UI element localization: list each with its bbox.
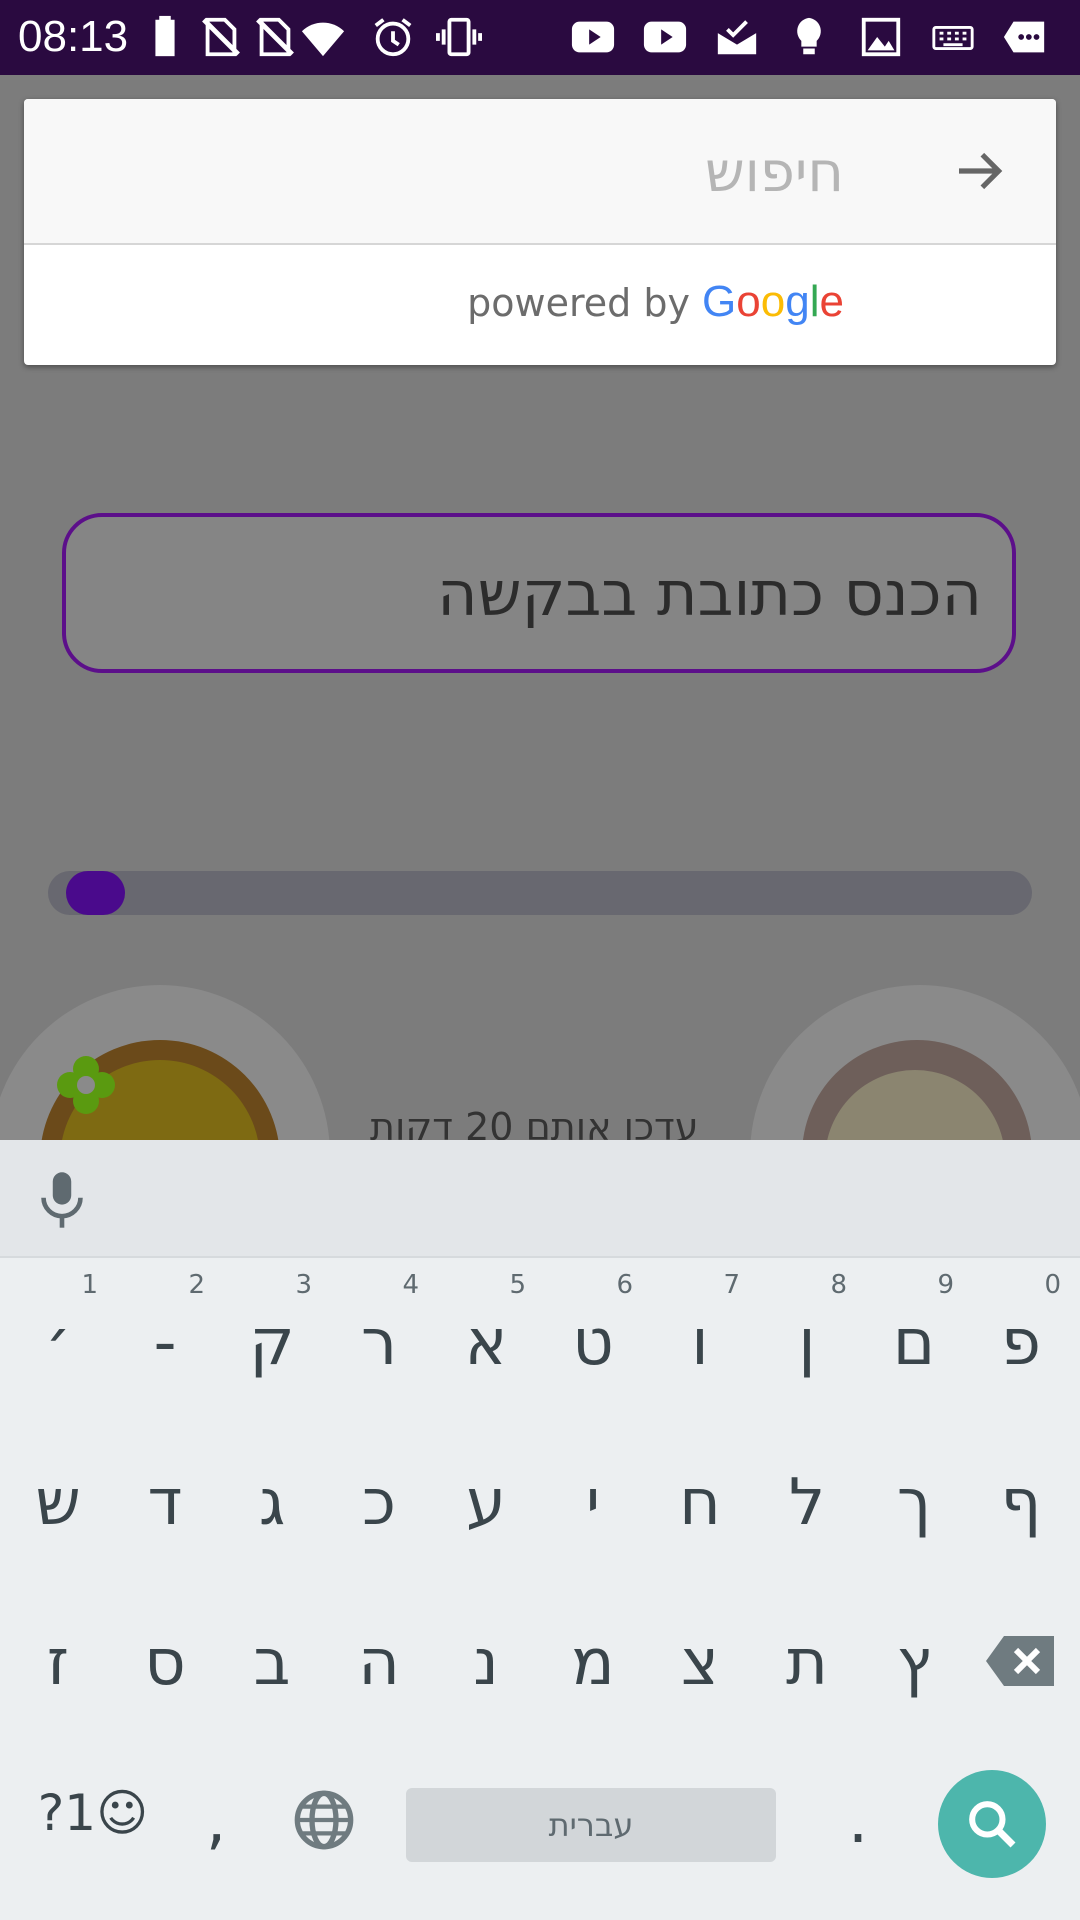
keyboard-key[interactable]: ע	[432, 1430, 540, 1580]
battery-icon	[155, 15, 175, 57]
address-input[interactable]: הכנס כתובת בבקשה	[62, 513, 1016, 673]
keyboard-key[interactable]: ש	[4, 1430, 112, 1580]
search-input[interactable]	[142, 135, 846, 209]
status-time: 08:13	[18, 12, 129, 61]
youtube-icon	[571, 21, 615, 53]
keyboard-key[interactable]: כ	[325, 1430, 433, 1580]
space-bar[interactable]: עברית	[406, 1788, 776, 1862]
keyboard-key[interactable]: ן8	[753, 1270, 861, 1420]
alarm-icon	[374, 18, 412, 57]
keyboard-key[interactable]: ס	[111, 1590, 219, 1740]
keyboard-key[interactable]: ה	[325, 1590, 433, 1740]
microphone-icon[interactable]	[34, 1170, 90, 1230]
address-prompt: הכנס כתובת בבקשה	[437, 557, 982, 630]
progress-bar	[48, 871, 1032, 915]
status-bar: 08:13	[0, 0, 1080, 75]
keyboard-key[interactable]: ז	[4, 1590, 112, 1740]
no-sim-icon	[256, 17, 294, 57]
keyboard-key[interactable]: א5	[432, 1270, 540, 1420]
search-icon	[969, 1801, 1016, 1848]
keyboard-key[interactable]: פ0	[967, 1270, 1075, 1420]
no-sim-icon	[202, 17, 240, 57]
keyboard-key[interactable]: מ	[539, 1590, 647, 1740]
powered-by-text: powered by	[467, 281, 690, 325]
powered-by-google: powered by Google	[467, 277, 844, 327]
keyboard-key[interactable]: ם9	[860, 1270, 968, 1420]
keyboard-key[interactable]: ב	[218, 1590, 326, 1740]
keyboard-suggestion-bar	[0, 1140, 1080, 1258]
keyboard-key[interactable]: ק3	[218, 1270, 326, 1420]
comma-key[interactable]: ,	[162, 1748, 270, 1898]
keyboard: ׳ 1-2 ק 3 ר 4 א 5 ט 6 ו 7 ן 8 ם 9 פ 0 שדגכעיחלךף זסבהנמצת…	[0, 1140, 1080, 1920]
places-search-dropdown: powered by Google	[24, 99, 1056, 365]
keyboard-key[interactable]: ט6	[539, 1270, 647, 1420]
keyboard-key[interactable]: ו7	[646, 1270, 754, 1420]
mail-check-icon	[717, 20, 757, 55]
keyboard-key[interactable]: ץ	[860, 1590, 968, 1740]
keyboard-key[interactable]: ח	[646, 1430, 754, 1580]
keyboard-key[interactable]: ד	[111, 1430, 219, 1580]
backspace-icon[interactable]	[984, 1634, 1056, 1688]
keyboard-key[interactable]: ף	[967, 1430, 1075, 1580]
google-logo: Google	[702, 277, 844, 326]
arrow-right-icon[interactable]	[952, 143, 1008, 199]
keyboard-key[interactable]: ג	[218, 1430, 326, 1580]
globe-icon[interactable]	[292, 1788, 356, 1852]
vibrate-icon	[436, 17, 482, 57]
image-icon	[861, 17, 901, 57]
period-key[interactable]: .	[804, 1748, 912, 1898]
symbols-key[interactable]: ?1☺	[18, 1748, 168, 1898]
keyboard-search-button[interactable]	[938, 1770, 1046, 1878]
wifi-icon	[301, 22, 345, 57]
keyboard-key[interactable]: ׳ 1	[4, 1270, 112, 1420]
keyboard-key[interactable]: ת	[753, 1590, 861, 1740]
lightbulb-icon	[797, 17, 821, 55]
keyboard-icon	[932, 25, 974, 50]
progress-fill	[66, 871, 126, 915]
keyboard-key[interactable]: ל	[753, 1430, 861, 1580]
keyboard-key[interactable]: צ	[646, 1590, 754, 1740]
keyboard-key[interactable]: ך	[860, 1430, 968, 1580]
flower-icon	[57, 1056, 115, 1114]
keyboard-key[interactable]: ר4	[325, 1270, 433, 1420]
keyboard-key[interactable]: -2	[111, 1270, 219, 1420]
keyboard-key[interactable]: נ	[432, 1590, 540, 1740]
youtube-icon	[643, 21, 687, 53]
search-row	[24, 99, 1056, 245]
message-icon	[1003, 21, 1045, 53]
keyboard-key[interactable]: י	[539, 1430, 647, 1580]
